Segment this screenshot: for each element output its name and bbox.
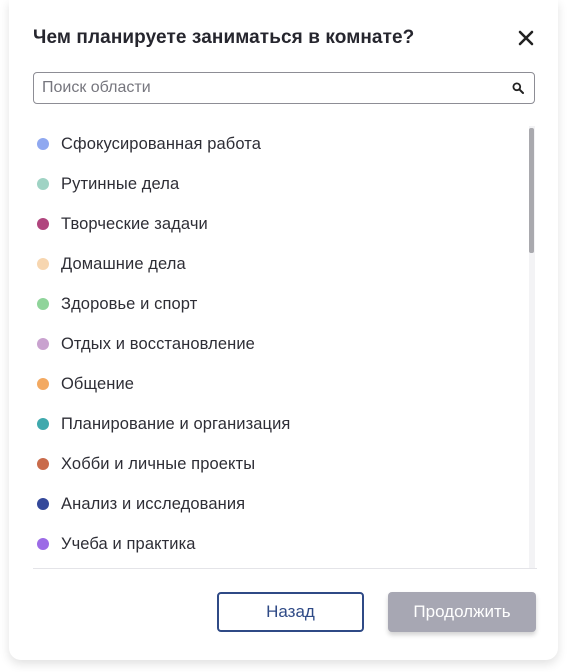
footer-divider [33,568,537,569]
category-color-dot [37,258,49,270]
category-label: Общение [61,374,135,393]
category-item[interactable]: Анализ и исследования [33,490,513,518]
category-color-dot [37,298,49,310]
category-color-dot [37,538,49,550]
close-icon [518,30,534,46]
category-color-dot [37,218,49,230]
category-color-dot [37,458,49,470]
category-item[interactable]: Учеба и практика [33,530,513,558]
close-button[interactable] [516,28,536,48]
search-input[interactable] [34,73,502,103]
category-item[interactable]: Здоровье и спорт [33,290,513,318]
category-color-dot [37,498,49,510]
search-field[interactable] [33,72,535,104]
category-label: Отдых и восстановление [61,334,255,353]
category-color-dot [37,178,49,190]
category-item[interactable]: Творческие задачи [33,210,513,238]
activity-dialog: Чем планируете заниматься в комнате? Сфо… [9,0,558,660]
category-color-dot [37,378,49,390]
back-button[interactable]: Назад [217,592,364,632]
category-item[interactable]: Домашние дела [33,250,513,278]
category-item[interactable]: Хобби и личные проекты [33,450,513,478]
category-item[interactable]: Отдых и восстановление [33,330,513,358]
category-label: Здоровье и спорт [61,294,198,313]
continue-button[interactable]: Продолжить [388,592,536,632]
category-label: Рутинные дела [61,174,180,193]
category-list-container: Сфокусированная работа Рутинные дела Творч… [33,126,537,568]
scrollbar-thumb[interactable] [529,128,534,253]
category-item[interactable]: Планирование и организация [33,410,513,438]
category-label: Творческие задачи [61,214,208,233]
category-item[interactable]: Рутинные дела [33,170,513,198]
category-color-dot [37,338,49,350]
dialog-title: Чем планируете заниматься в комнате? [33,27,415,48]
category-color-dot [37,138,49,150]
category-label: Хобби и личные проекты [61,454,256,473]
category-item[interactable]: Общение [33,370,513,398]
category-item[interactable]: Сфокусированная работа [33,130,513,158]
category-label: Сфокусированная работа [61,134,261,153]
category-label: Анализ и исследования [61,494,246,513]
category-label: Планирование и организация [61,414,291,433]
category-color-dot [37,418,49,430]
search-icon[interactable] [512,82,524,94]
category-label: Домашние дела [61,254,186,273]
category-label: Учеба и практика [61,534,196,553]
